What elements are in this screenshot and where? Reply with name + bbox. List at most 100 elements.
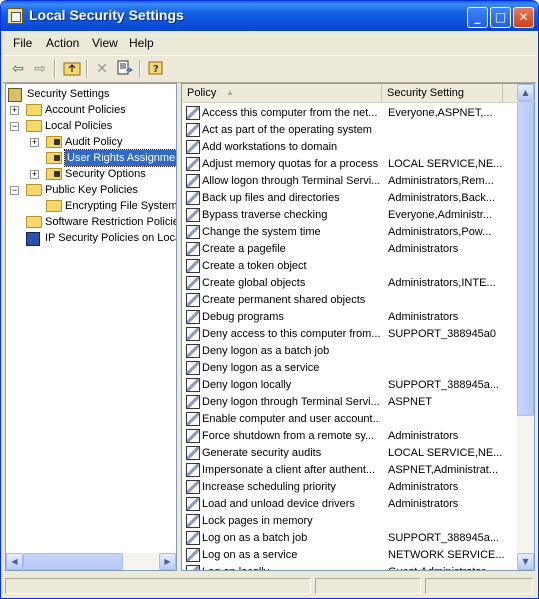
- scroll-down-button[interactable]: ▼: [517, 553, 534, 570]
- maximize-button[interactable]: □: [490, 7, 511, 28]
- scroll-up-button[interactable]: ▲: [517, 84, 534, 101]
- expand-icon[interactable]: +: [30, 138, 39, 147]
- policy-row[interactable]: Back up files and directories Administrat…: [182, 190, 518, 207]
- tree-item[interactable]: + Account Policies: [6, 102, 176, 118]
- tree-item[interactable]: IP Security Policies on Local Computer: [6, 230, 176, 246]
- policy-icon: [186, 378, 200, 392]
- tree-item[interactable]: + Audit Policy: [6, 134, 176, 150]
- list-vertical-scrollbar[interactable]: ▲ ▼: [517, 84, 534, 570]
- policy-row[interactable]: Lock pages in memory: [182, 513, 518, 530]
- policy-row[interactable]: Create a pagefile Administrators: [182, 241, 518, 258]
- tree-item[interactable]: User Rights Assignment: [6, 149, 176, 167]
- collapse-icon[interactable]: −: [10, 186, 19, 195]
- policy-row[interactable]: Debug programs Administrators: [182, 309, 518, 326]
- tree-item[interactable]: − Local Policies: [6, 118, 176, 134]
- up-folder-icon[interactable]: [63, 60, 81, 78]
- security-setting-value: Administrators,Pow...: [388, 226, 492, 238]
- forward-icon[interactable]: ⇨: [31, 60, 49, 78]
- tree-item-label: Software Restriction Policies: [45, 216, 177, 228]
- policy-row[interactable]: Log on as a service NETWORK SERVICE...: [182, 547, 518, 564]
- policy-row[interactable]: Deny logon as a service: [182, 360, 518, 377]
- policy-row[interactable]: Allow logon through Terminal Servi... Adm…: [182, 173, 518, 190]
- menu-action[interactable]: Action: [46, 36, 79, 50]
- column-header-setting[interactable]: Security Setting: [382, 84, 503, 102]
- scroll-left-button[interactable]: ◀: [6, 553, 23, 570]
- policy-row[interactable]: Increase scheduling priority Administrato…: [182, 479, 518, 496]
- policy-row[interactable]: Force shutdown from a remote sy... Admini…: [182, 428, 518, 445]
- tree-horizontal-scrollbar[interactable]: ◀ ▶: [6, 553, 176, 570]
- policy-name: Deny logon through Terminal Servi...: [202, 396, 380, 408]
- policy-icon: [186, 565, 200, 570]
- policy-icon: [186, 548, 200, 562]
- toolbar-separator: [139, 60, 141, 78]
- tree-pane[interactable]: Security Settings + Account Policies − Local…: [5, 83, 177, 571]
- policy-name: Log on as a service: [202, 549, 298, 561]
- policy-row[interactable]: Add workstations to domain: [182, 139, 518, 156]
- folder-icon: [26, 184, 42, 196]
- tree-item[interactable]: − Public Key Policies: [6, 182, 176, 198]
- policy-row[interactable]: Bypass traverse checking Everyone,Adminis…: [182, 207, 518, 224]
- scroll-thumb[interactable]: [23, 553, 123, 570]
- menu-file[interactable]: File: [13, 36, 32, 50]
- help-icon[interactable]: ?: [147, 60, 165, 78]
- tree-item[interactable]: Software Restriction Policies: [6, 214, 176, 230]
- back-icon[interactable]: ⇦: [9, 60, 27, 78]
- policy-row[interactable]: Adjust memory quotas for a process LOCAL …: [182, 156, 518, 173]
- policy-icon: [186, 106, 200, 120]
- security-setting-value: SUPPORT_388945a...: [388, 379, 500, 391]
- tree-item-label: Encrypting File System: [65, 200, 177, 212]
- expand-icon[interactable]: +: [10, 106, 19, 115]
- security-setting-value: Everyone,Administr...: [388, 209, 492, 221]
- title-bar[interactable]: Local Security Settings _ □ ✕: [1, 1, 538, 31]
- policy-row[interactable]: Load and unload device drivers Administra…: [182, 496, 518, 513]
- policy-name: Access this computer from the net...: [202, 107, 378, 119]
- policy-row[interactable]: Impersonate a client after authent... ASP…: [182, 462, 518, 479]
- policy-row[interactable]: Enable computer and user account...: [182, 411, 518, 428]
- security-setting-value: NETWORK SERVICE...: [388, 549, 505, 561]
- menu-bar: File Action View Help: [5, 33, 535, 53]
- policy-name: Create a token object: [202, 260, 307, 272]
- policy-name: Deny logon as a service: [202, 362, 320, 374]
- security-settings-icon: [7, 8, 23, 24]
- policy-name: Impersonate a client after authent...: [202, 464, 376, 476]
- security-setting-value: Administrators: [388, 430, 459, 442]
- tree-item-label: Account Policies: [45, 104, 126, 116]
- policy-row[interactable]: Access this computer from the net... Ever…: [182, 105, 518, 122]
- policy-row[interactable]: Deny logon as a batch job: [182, 343, 518, 360]
- menu-view[interactable]: View: [92, 36, 118, 50]
- tree-item[interactable]: Security Settings: [6, 86, 176, 102]
- policy-row[interactable]: Log on locally Guest,Administrator...: [182, 564, 518, 570]
- minimize-button[interactable]: _: [467, 7, 488, 28]
- policy-row[interactable]: Log on as a batch job SUPPORT_388945a...: [182, 530, 518, 547]
- policy-icon: [186, 344, 200, 358]
- tree-item[interactable]: + Security Options: [6, 166, 176, 182]
- security-setting-value: ASPNET,Administrat...: [388, 464, 499, 476]
- export-icon[interactable]: [116, 60, 134, 78]
- policy-name: Generate security audits: [202, 447, 322, 459]
- tree-item[interactable]: Encrypting File System: [6, 198, 176, 214]
- policy-row[interactable]: Deny access to this computer from... SUPP…: [182, 326, 518, 343]
- menu-help[interactable]: Help: [129, 36, 154, 50]
- locked-folder-icon: [46, 152, 62, 164]
- security-setting-value: LOCAL SERVICE,NE...: [388, 447, 503, 459]
- scroll-right-button[interactable]: ▶: [159, 553, 176, 570]
- collapse-icon[interactable]: −: [10, 122, 19, 131]
- policy-row[interactable]: Act as part of the operating system: [182, 122, 518, 139]
- policy-row[interactable]: Deny logon through Terminal Servi... ASPN…: [182, 394, 518, 411]
- policy-row[interactable]: Generate security audits LOCAL SERVICE,NE…: [182, 445, 518, 462]
- expand-icon[interactable]: +: [30, 170, 39, 179]
- policy-list-pane[interactable]: Policy ▲ Security Setting Access this co…: [181, 83, 535, 571]
- delete-icon[interactable]: ✕: [93, 60, 111, 78]
- column-header-policy[interactable]: Policy ▲: [182, 84, 382, 102]
- policy-row[interactable]: Create a token object: [182, 258, 518, 275]
- policy-row[interactable]: Create permanent shared objects: [182, 292, 518, 309]
- policy-icon: [186, 174, 200, 188]
- locked-folder-icon: [46, 168, 62, 180]
- scroll-thumb[interactable]: [517, 101, 534, 416]
- security-setting-value: LOCAL SERVICE,NE...: [388, 158, 503, 170]
- window-title: Local Security Settings: [29, 7, 184, 23]
- policy-row[interactable]: Create global objects Administrators,INTE…: [182, 275, 518, 292]
- policy-row[interactable]: Deny logon locally SUPPORT_388945a...: [182, 377, 518, 394]
- close-button[interactable]: ✕: [513, 7, 534, 28]
- policy-row[interactable]: Change the system time Administrators,Pow…: [182, 224, 518, 241]
